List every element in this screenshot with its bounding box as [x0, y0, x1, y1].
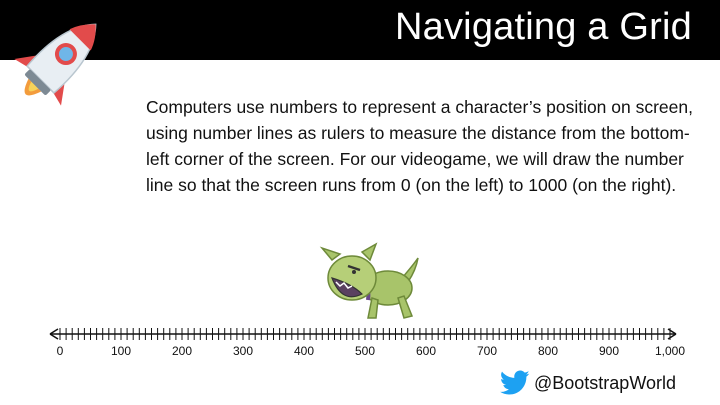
number-line-label: 800	[538, 344, 558, 358]
number-line-label: 900	[599, 344, 619, 358]
number-line-label: 0	[57, 344, 64, 358]
twitter-handle-text: @BootstrapWorld	[534, 372, 676, 393]
number-line-label: 300	[233, 344, 253, 358]
number-line: 0 100 200 300 400 500 600 700 800 900 1,000	[49, 328, 685, 358]
body-paragraph: Computers use numbers to represent a cha…	[146, 97, 693, 195]
twitter-handle: @BootstrapWorld	[500, 370, 676, 396]
number-line-label: 200	[172, 344, 192, 358]
number-line-label: 700	[477, 344, 497, 358]
number-line-label: 600	[416, 344, 436, 358]
number-line-label: 100	[111, 344, 131, 358]
rocket-icon	[14, 23, 97, 106]
twitter-bird-icon	[500, 370, 530, 395]
slide-title: Navigating a Grid	[395, 6, 692, 48]
number-line-label: 500	[355, 344, 375, 358]
number-line-label: 400	[294, 344, 314, 358]
number-line-label: 1,000	[655, 344, 685, 358]
dog-character-icon	[319, 242, 419, 319]
